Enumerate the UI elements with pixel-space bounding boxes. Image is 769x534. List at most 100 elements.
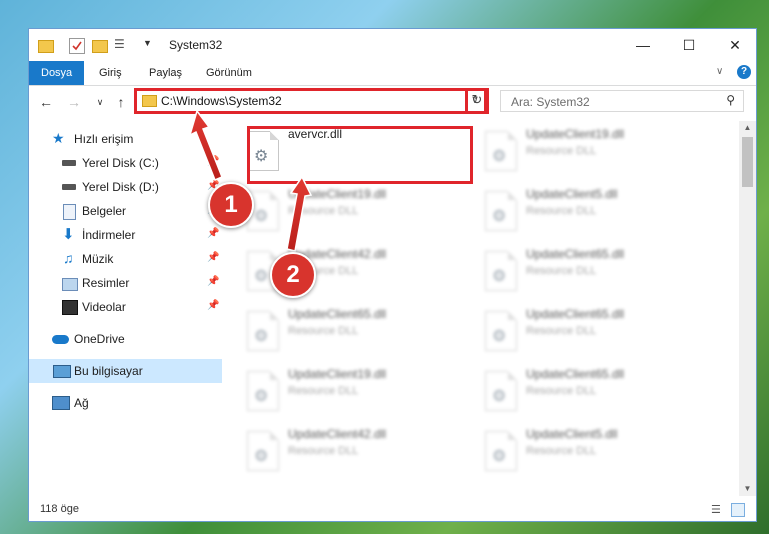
pictures-icon [62, 278, 78, 291]
properties-icon[interactable] [69, 38, 85, 54]
step-1-badge: 1 [208, 182, 254, 228]
address-path: C:\Windows\System32 [161, 94, 282, 108]
sidebar-item-music[interactable]: ♫ Müzik 📌 [29, 247, 222, 271]
file-name: UpdateClient19.dll [288, 187, 387, 201]
file-item[interactable]: ⚙ UpdateClient19.dll Resource DLL [241, 365, 466, 421]
scroll-up-arrow[interactable]: ▲ [739, 121, 756, 135]
sidebar-item-local-disk-c[interactable]: Yerel Disk (C:) 📌 [29, 151, 222, 175]
file-name: UpdateClient65.dll [288, 307, 387, 321]
expand-ribbon-icon[interactable]: ∨ [716, 66, 723, 77]
dll-file-icon: ⚙ [485, 131, 517, 171]
file-item[interactable]: ⚙ UpdateClient42.dll Resource DLL [241, 425, 466, 481]
refresh-highlight-box [465, 88, 489, 114]
gear-icon: ⚙ [254, 388, 269, 405]
dll-file-icon: ⚙ [247, 311, 279, 351]
gear-icon: ⚙ [492, 148, 507, 165]
sidebar-item-this-pc[interactable]: Bu bilgisayar [29, 359, 222, 383]
sidebar-item-documents[interactable]: Belgeler 📌 [29, 199, 222, 223]
scroll-thumb[interactable] [742, 137, 753, 187]
sidebar-item-label: Ağ [74, 396, 89, 410]
gear-icon: ⚙ [492, 388, 507, 405]
folder-icon [38, 40, 54, 53]
sidebar-item-label: Hızlı erişim [74, 132, 134, 146]
gear-icon: ⚙ [492, 448, 507, 465]
step-2-badge: 2 [270, 252, 316, 298]
pin-icon[interactable]: 📌 [207, 156, 219, 167]
back-button[interactable]: ← [37, 93, 55, 111]
file-name: UpdateClient65.dll [526, 247, 625, 261]
tab-file[interactable]: Dosya [29, 61, 85, 85]
minimize-button[interactable]: — [620, 29, 666, 61]
sidebar-item-network[interactable]: Ağ [29, 391, 222, 415]
file-type: Resource DLL [288, 205, 359, 217]
sidebar-item-label: Resimler [82, 276, 130, 290]
file-item[interactable]: ⚙ UpdateClient65.dll Resource DLL [479, 365, 704, 421]
file-name: UpdateClient65.dll [526, 367, 625, 381]
file-type: Resource DLL [526, 325, 597, 337]
sidebar-item-videos[interactable]: Videolar 📌 [29, 295, 222, 319]
sidebar-item-quick-access[interactable]: ★ Hızlı erişim [29, 127, 222, 151]
dll-file-icon: ⚙ [485, 311, 517, 351]
close-button[interactable]: ✕ [712, 29, 756, 61]
pin-icon[interactable]: 📌 [207, 276, 219, 287]
file-item[interactable]: ⚙ UpdateClient19.dll Resource DLL [241, 185, 466, 241]
sidebar-item-label: Müzik [82, 252, 114, 266]
drive-icon [62, 160, 76, 166]
tab-home[interactable]: Giriş [87, 61, 134, 85]
dll-file-icon: ⚙ [485, 371, 517, 411]
search-box[interactable]: Ara: System32 ⚲ [500, 90, 744, 112]
cloud-icon [52, 335, 69, 344]
gear-icon: ⚙ [492, 268, 507, 285]
large-icons-view-icon[interactable] [731, 503, 745, 517]
customize-toolbar-icon[interactable]: ☰ [114, 37, 128, 51]
gear-icon: ⚙ [492, 208, 507, 225]
pin-icon[interactable]: 📌 [207, 300, 219, 311]
sidebar-item-label: Bu bilgisayar [74, 364, 143, 378]
vertical-scrollbar[interactable]: ▲ ▼ [739, 121, 756, 496]
file-item[interactable]: ⚙ UpdateClient65.dll Resource DLL [241, 305, 466, 361]
file-item[interactable]: ⚙ UpdateClient19.dll Resource DLL [479, 125, 704, 181]
file-type: Resource DLL [288, 385, 359, 397]
dll-file-icon: ⚙ [485, 431, 517, 471]
up-button[interactable]: ↑ [112, 93, 130, 111]
gear-icon: ⚙ [254, 448, 269, 465]
dll-file-icon: ⚙ [247, 371, 279, 411]
sidebar-item-pictures[interactable]: Resimler 📌 [29, 271, 222, 295]
address-bar[interactable]: C:\Windows\System32 ∨ [136, 89, 486, 113]
file-item[interactable]: ⚙ UpdateClient65.dll Resource DLL [479, 245, 704, 301]
tab-view[interactable]: Görünüm [194, 61, 264, 85]
gear-icon: ⚙ [254, 268, 269, 285]
dll-file-icon: ⚙ [247, 431, 279, 471]
file-item[interactable]: ⚙ UpdateClient5.dll Resource DLL [479, 425, 704, 481]
recent-locations-button[interactable]: ∨ [91, 93, 109, 111]
file-item[interactable]: ⚙ UpdateClient5.dll Resource DLL [479, 185, 704, 241]
drive-icon [62, 184, 76, 190]
maximize-button[interactable]: ☐ [666, 29, 712, 61]
scroll-down-arrow[interactable]: ▼ [739, 482, 756, 496]
sidebar-item-label: OneDrive [74, 332, 125, 346]
new-folder-icon[interactable] [92, 40, 108, 53]
search-icon: ⚲ [726, 93, 735, 107]
network-icon [52, 396, 70, 410]
sidebar-item-local-disk-d[interactable]: Yerel Disk (D:) 📌 [29, 175, 222, 199]
pin-icon[interactable]: 📌 [207, 228, 219, 239]
gear-icon: ⚙ [492, 328, 507, 345]
chevron-down-icon[interactable]: ▼ [143, 38, 157, 52]
music-icon: ♫ [63, 250, 74, 266]
details-view-icon[interactable]: ☰ [711, 503, 725, 517]
item-count: 118 öge [40, 503, 79, 515]
forward-button[interactable]: → [65, 93, 83, 111]
file-name: UpdateClient19.dll [288, 367, 387, 381]
gear-icon: ⚙ [254, 208, 269, 225]
star-icon: ★ [52, 130, 65, 146]
file-type: Resource DLL [288, 325, 359, 337]
file-item[interactable]: ⚙ UpdateClient65.dll Resource DLL [479, 305, 704, 361]
sidebar-item-onedrive[interactable]: OneDrive [29, 327, 222, 351]
sidebar-item-label: Belgeler [82, 204, 127, 218]
sidebar-item-downloads[interactable]: ⬇ İndirmeler 📌 [29, 223, 222, 247]
tab-share[interactable]: Paylaş [137, 61, 194, 85]
file-name: UpdateClient19.dll [526, 127, 625, 141]
pin-icon[interactable]: 📌 [207, 252, 219, 263]
file-name: UpdateClient5.dll [526, 427, 618, 441]
help-icon[interactable]: ? [737, 65, 751, 79]
